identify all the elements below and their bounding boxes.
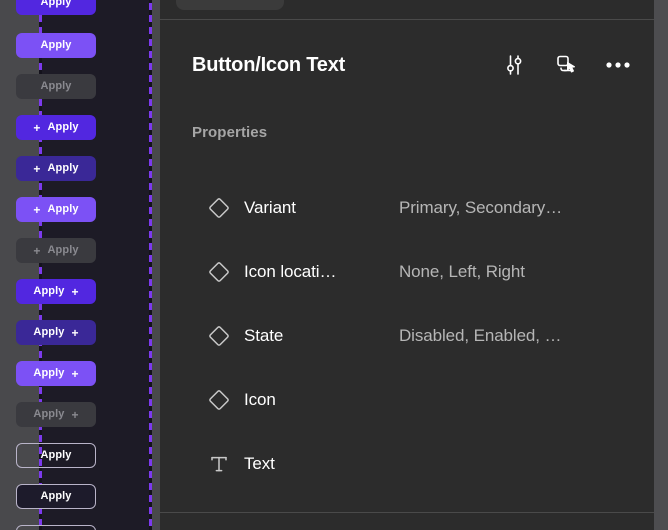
property-row[interactable]: State Disabled, Enabled, … [160, 304, 654, 368]
variant-apply-button[interactable]: + Apply [16, 238, 96, 263]
property-name: Icon locati… [244, 262, 337, 281]
canvas-area[interactable]: Apply Apply Apply + Apply + Apply + Apply + Apply A… [0, 0, 160, 530]
property-value[interactable]: Disabled, Enabled, … [399, 326, 562, 346]
property-name: Icon [244, 390, 276, 409]
variant-apply-button[interactable]: + Apply [16, 156, 96, 181]
properties-section-label: Properties [192, 124, 268, 141]
plus-icon: + [33, 202, 41, 217]
property-row[interactable]: Icon [160, 368, 654, 432]
variant-apply-button[interactable]: Apply [16, 525, 96, 530]
variant-diamond-icon [206, 259, 232, 285]
variant-apply-button[interactable]: Apply + [16, 402, 96, 427]
variant-diamond-icon [206, 195, 232, 221]
text-property-icon [206, 451, 232, 477]
variant-button-label: Apply [47, 121, 79, 133]
tune-sliders-icon[interactable] [500, 51, 528, 79]
variant-button-label: Apply [33, 326, 65, 338]
property-row[interactable]: Icon locati… None, Left, Right [160, 240, 654, 304]
property-rows: Variant Primary, Secondary… Icon locati… No… [160, 176, 654, 496]
panel-divider-top [160, 19, 654, 20]
variant-button-label: Apply [40, 39, 72, 51]
variant-apply-button[interactable]: Apply [16, 443, 96, 468]
plus-icon: + [33, 161, 41, 176]
swap-instance-icon[interactable] [552, 51, 580, 79]
plus-icon: + [71, 284, 79, 299]
plus-icon: + [33, 120, 41, 135]
variant-apply-button[interactable]: Apply + [16, 320, 96, 345]
variant-apply-button[interactable]: Apply + [16, 361, 96, 386]
plus-icon: + [71, 325, 79, 340]
property-name: Text [244, 454, 275, 473]
panel-divider-bottom [160, 512, 654, 513]
panel-header: Button/Icon Text [160, 40, 654, 90]
property-value[interactable]: None, Left, Right [399, 262, 525, 282]
variant-button-label: Apply [47, 162, 79, 174]
variant-apply-button[interactable]: Apply [16, 74, 96, 99]
plus-icon: + [33, 243, 41, 258]
panel-header-actions [500, 51, 632, 79]
property-value[interactable]: Primary, Secondary… [399, 198, 562, 218]
variant-apply-button[interactable]: + Apply [16, 115, 96, 140]
property-name: Variant [244, 198, 296, 217]
panel-right-edge [654, 0, 668, 530]
variant-diamond-icon [206, 323, 232, 349]
properties-panel: Button/Icon Text Properties Variant Prim… [160, 0, 654, 530]
variant-button-label: Apply [47, 244, 79, 256]
variant-button-label: Apply [40, 490, 72, 502]
more-options-icon[interactable] [604, 51, 632, 79]
panel-top-tab[interactable] [176, 0, 284, 10]
variant-apply-button[interactable]: Apply [16, 33, 96, 58]
variant-diamond-icon [206, 387, 232, 413]
variant-button-label: Apply [40, 0, 72, 8]
variant-apply-button[interactable]: Apply + [16, 279, 96, 304]
property-name: State [244, 326, 284, 345]
plus-icon: + [71, 407, 79, 422]
variant-button-label: Apply [33, 408, 65, 420]
property-row[interactable]: Variant Primary, Secondary… [160, 176, 654, 240]
variant-button-label: Apply [40, 80, 72, 92]
variant-button-label: Apply [40, 449, 72, 461]
variant-button-label: Apply [33, 367, 65, 379]
variant-apply-button[interactable]: Apply [16, 0, 96, 15]
variant-apply-button[interactable]: + Apply [16, 197, 96, 222]
variant-apply-button[interactable]: Apply [16, 484, 96, 509]
variant-button-label: Apply [47, 203, 79, 215]
variant-button-label: Apply [33, 285, 65, 297]
component-title: Button/Icon Text [192, 53, 346, 76]
property-row[interactable]: Text [160, 432, 654, 496]
design-tool-window: Apply Apply Apply + Apply + Apply + Apply + Apply A… [0, 0, 668, 530]
plus-icon: + [71, 366, 79, 381]
selection-dash-right [149, 0, 152, 530]
